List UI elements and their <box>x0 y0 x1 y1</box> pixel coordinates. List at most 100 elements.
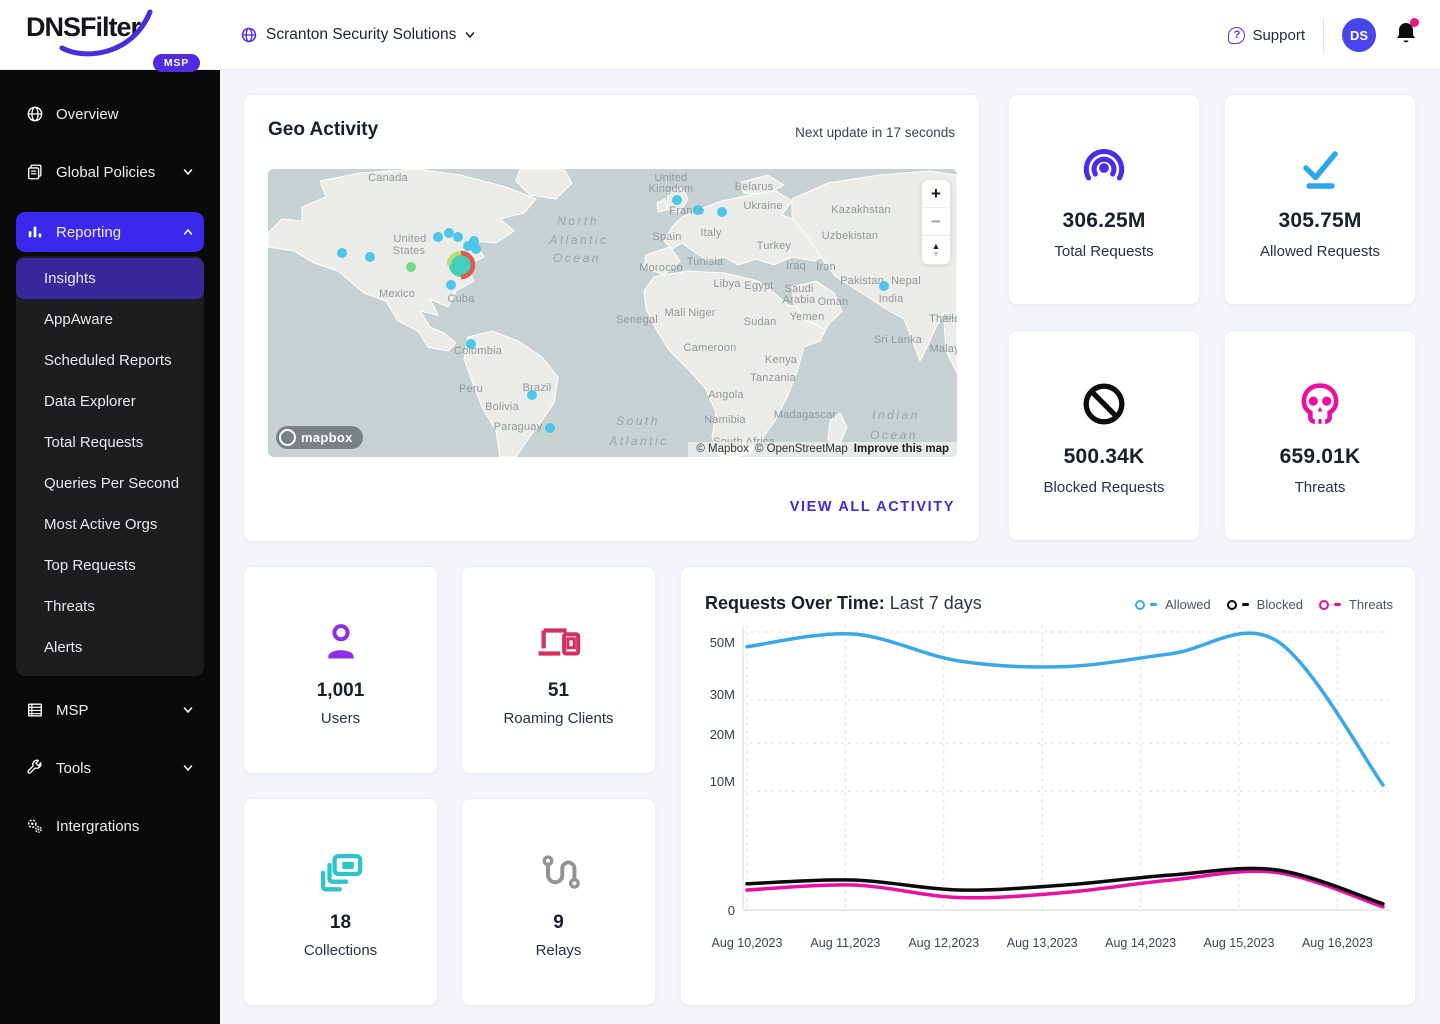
sidebar-subitem-appaware[interactable]: AppAware <box>16 299 204 340</box>
geo-activity-map[interactable]: CanadaUnitedStatesMexicoCubaColombiaPeru… <box>268 169 957 457</box>
map-activity-dot[interactable] <box>446 280 456 290</box>
sidebar-subitem-queries-per-second[interactable]: Queries Per Second <box>16 463 204 504</box>
roaming-clients-card: 51 Roaming Clients <box>461 566 656 774</box>
sidebar-item-reporting[interactable]: Reporting <box>16 212 204 252</box>
collections-card: 18 Collections <box>243 798 438 1006</box>
legend-ring-icon <box>1135 600 1145 610</box>
osm-attribution[interactable]: © OpenStreetMap <box>755 443 848 455</box>
entity-label: Users <box>321 710 360 727</box>
x-axis-tick: Aug 13,2023 <box>1007 936 1078 950</box>
map-activity-dot[interactable] <box>466 339 476 349</box>
mapbox-icon <box>279 429 296 446</box>
sidebar-subitem-most-active-orgs[interactable]: Most Active Orgs <box>16 504 204 545</box>
improve-map-link[interactable]: Improve this map <box>854 443 949 455</box>
sidebar-subitem-top-requests[interactable]: Top Requests <box>16 545 204 586</box>
map-label-senegal: Senegal <box>616 314 658 326</box>
map-activity-dot[interactable] <box>471 244 481 254</box>
map-label-indian: Indian <box>872 408 920 422</box>
mapbox-logo[interactable]: mapbox <box>276 426 363 449</box>
map-label-madagascar: Madagascar <box>774 409 837 421</box>
map-label-mali: Mali <box>665 307 686 319</box>
map-zoom-in-button[interactable]: + <box>922 180 950 208</box>
sidebar-subitem-insights[interactable]: Insights <box>16 258 204 299</box>
threats-card: 659.01K Threats <box>1224 330 1416 541</box>
sidebar-item-tools[interactable]: Tools <box>16 748 204 788</box>
chart-title: Requests Over Time: Last 7 days <box>705 593 982 614</box>
map-label-cuba: Cuba <box>447 293 475 305</box>
map-activity-dot[interactable] <box>433 232 443 242</box>
mapbox-attribution[interactable]: © Mapbox <box>696 443 749 455</box>
map-cluster[interactable] <box>449 253 473 277</box>
app-header: DNSFilter MSP Scranton Security Solution… <box>0 0 1440 70</box>
map-label-nepal: Nepal <box>891 275 921 287</box>
entity-value: 9 <box>553 912 564 934</box>
map-label-italy: Italy <box>700 227 721 239</box>
map-activity-dot[interactable] <box>672 195 682 205</box>
support-button[interactable]: ? Support <box>1228 27 1305 44</box>
map-label-atlantic: Atlantic <box>548 233 608 247</box>
legend-item-threats[interactable]: Threats <box>1319 597 1393 612</box>
map-attribution: © Mapbox © OpenStreetMap Improve this ma… <box>688 442 957 457</box>
legend-ring-icon <box>1319 600 1329 610</box>
entity-label: Collections <box>304 942 377 959</box>
map-activity-dot[interactable] <box>717 207 727 217</box>
map-label-tunisia: Tunisia <box>687 256 724 268</box>
sidebar-item-label: Reporting <box>56 224 170 241</box>
sidebar-item-msp[interactable]: MSP <box>16 690 204 730</box>
dnsfilter-logo[interactable]: DNSFilter MSP <box>26 12 196 60</box>
map-activity-dot[interactable] <box>879 281 889 291</box>
total-requests-card: 306.25M Total Requests <box>1008 94 1200 305</box>
support-label: Support <box>1252 27 1305 44</box>
map-label-north: North <box>557 214 599 228</box>
map-activity-dot[interactable] <box>453 232 463 242</box>
org-selector[interactable]: Scranton Security Solutions <box>240 20 476 50</box>
map-activity-dot[interactable] <box>444 228 454 238</box>
sidebar-subitem-total-requests[interactable]: Total Requests <box>16 422 204 463</box>
sidebar-item-label: Overview <box>56 106 194 123</box>
map-label-states: States <box>393 245 426 257</box>
user-icon <box>319 614 363 670</box>
map-label-iran: Iran <box>816 261 836 273</box>
stat-label: Blocked Requests <box>1044 479 1165 496</box>
sidebar-subitem-scheduled-reports[interactable]: Scheduled Reports <box>16 340 204 381</box>
map-label-south: South <box>616 414 660 428</box>
wrench-icon <box>26 759 44 777</box>
map-label-turkey: Turkey <box>757 240 792 252</box>
sidebar-subitem-threats[interactable]: Threats <box>16 586 204 627</box>
series-line-threats <box>747 871 1383 907</box>
map-compass-button[interactable]: ▲ ▼ <box>922 236 950 264</box>
map-label-niger: Niger <box>688 307 715 319</box>
notifications-button[interactable] <box>1394 20 1418 51</box>
map-activity-dot[interactable] <box>693 205 703 215</box>
map-activity-dot[interactable] <box>527 390 537 400</box>
geo-activity-title: Geo Activity <box>268 119 378 141</box>
sidebar-item-global-policies[interactable]: Global Policies <box>16 152 204 192</box>
gears-icon <box>26 817 44 835</box>
building-icon <box>26 701 44 719</box>
skull-icon <box>1297 375 1343 433</box>
sidebar-subitem-data-explorer[interactable]: Data Explorer <box>16 381 204 422</box>
map-zoom-out-button[interactable]: − <box>922 208 950 236</box>
map-activity-dot[interactable] <box>406 262 416 272</box>
legend-item-allowed[interactable]: Allowed <box>1135 597 1211 612</box>
map-activity-dot[interactable] <box>337 248 347 258</box>
map-label-namibia: Namibia <box>704 414 746 426</box>
users-card: 1,001 Users <box>243 566 438 774</box>
view-all-activity-link[interactable]: VIEW ALL ACTIVITY <box>790 499 955 515</box>
map-label-oman: Oman <box>818 296 849 308</box>
x-axis-tick: Aug 11,2023 <box>810 936 880 950</box>
sidebar-item-overview[interactable]: Overview <box>16 94 204 134</box>
sidebar-item-intergrations[interactable]: Intergrations <box>16 806 204 846</box>
map-activity-dot[interactable] <box>365 252 375 262</box>
notification-dot <box>1410 18 1419 27</box>
sidebar-subitem-alerts[interactable]: Alerts <box>16 627 204 668</box>
avatar[interactable]: DS <box>1342 18 1376 52</box>
map-label-kazakhstan: Kazakhstan <box>831 204 890 216</box>
stat-value: 305.75M <box>1278 209 1361 233</box>
map-label-brazil: Brazil <box>523 382 552 394</box>
map-activity-dot[interactable] <box>545 423 555 433</box>
stat-value: 659.01K <box>1280 445 1361 469</box>
map-controls: + − ▲ ▼ <box>921 179 951 265</box>
map-label-paraguay: Paraguay <box>494 421 543 433</box>
legend-item-blocked[interactable]: Blocked <box>1227 597 1303 612</box>
